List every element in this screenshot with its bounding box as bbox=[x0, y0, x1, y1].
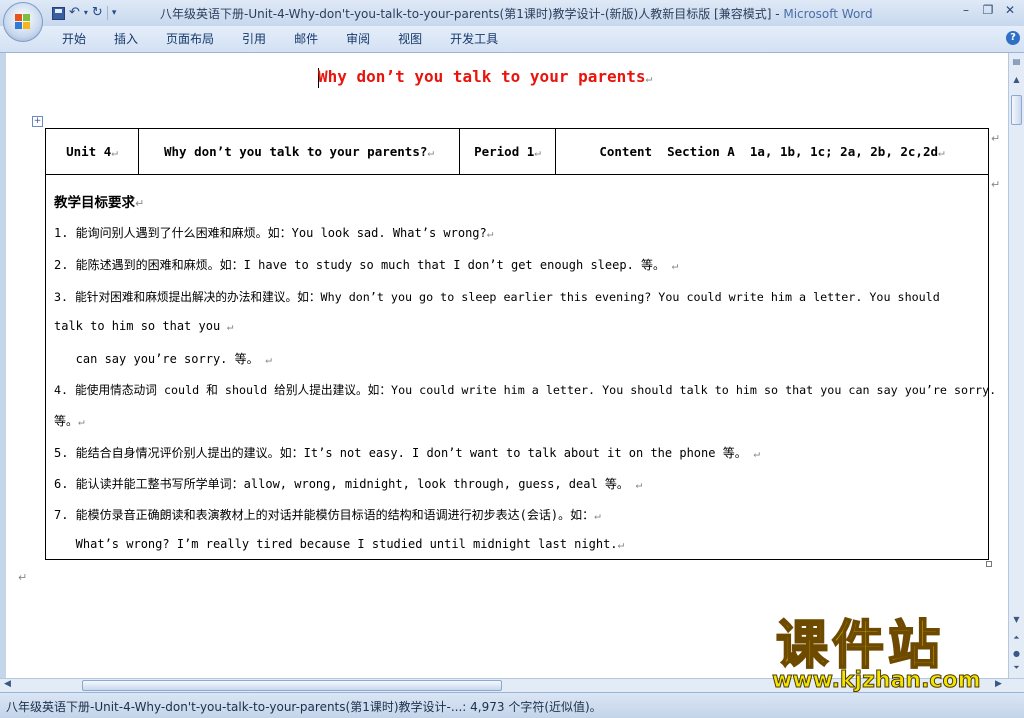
next-page-icon[interactable]: ⏷ bbox=[1010, 661, 1023, 675]
tab-home[interactable]: 开始 bbox=[48, 26, 100, 52]
office-logo-icon bbox=[15, 14, 31, 30]
goal-item-continued: can say you’re sorry. 等。 ↵ bbox=[54, 352, 272, 366]
ribbon: 开始 插入 页面布局 引用 邮件 审阅 视图 开发工具 ? bbox=[0, 26, 1024, 53]
document-name: 八年级英语下册-Unit-4-Why-don't-you-talk-to-you… bbox=[160, 7, 772, 21]
goals-heading: 教学目标要求↵ bbox=[54, 195, 145, 211]
tab-developer[interactable]: 开发工具 bbox=[436, 26, 512, 52]
row-end-mark: ↵ bbox=[991, 178, 1001, 191]
window-title: 八年级英语下册-Unit-4-Why-don't-you-talk-to-you… bbox=[160, 5, 873, 22]
app-name: Microsoft Word bbox=[783, 7, 873, 21]
table-move-icon[interactable]: + bbox=[32, 116, 43, 127]
undo-icon[interactable]: ↶ bbox=[69, 4, 80, 22]
title-separator: - bbox=[771, 7, 784, 21]
office-button[interactable] bbox=[3, 2, 43, 42]
period-label: Period 1 bbox=[474, 144, 535, 159]
cell-content[interactable]: Content Section A 1a, 1b, 1c; 2a, 2b, 2c… bbox=[555, 128, 989, 175]
vertical-scrollbar[interactable]: ▤ ▲ ▼ ⏶ ● ⏷ bbox=[1008, 53, 1024, 678]
customize-qat-icon[interactable]: ▾ bbox=[112, 4, 117, 22]
goal-item: 2. 能陈述遇到的困难和麻烦。如：I have to study so much… bbox=[54, 258, 679, 272]
goal-item: 5. 能结合自身情况评价别人提出的建议。如：It’s not easy. I d… bbox=[54, 446, 760, 460]
goal-item-continued: 等。↵ bbox=[54, 414, 85, 428]
goal-item-continued: What’s wrong? I’m really tired because I… bbox=[54, 537, 625, 551]
tab-review[interactable]: 审阅 bbox=[332, 26, 384, 52]
ruler-toggle-icon[interactable]: ▤ bbox=[1010, 55, 1023, 69]
unit-label: Unit 4 bbox=[66, 144, 112, 159]
horizontal-scroll-thumb[interactable] bbox=[82, 680, 502, 691]
status-bar: 八年级英语下册-Unit-4-Why-don't-you-talk-to-you… bbox=[0, 692, 1024, 718]
restore-icon[interactable]: ❐ bbox=[978, 2, 998, 18]
paragraph-mark-icon: ↵ bbox=[645, 72, 653, 85]
document-title[interactable]: Why don’t you talk to your parents↵ bbox=[318, 67, 652, 86]
browse-object-icon[interactable]: ● bbox=[1010, 647, 1023, 661]
document-title-text: Why don’t you talk to your parents bbox=[318, 67, 646, 86]
title-bar: ↶ ▾ ↻ ▾ 八年级英语下册-Unit-4-Why-don't-you-tal… bbox=[0, 0, 1024, 26]
goal-item: 3. 能针对困难和麻烦提出解决的办法和建议。如：Why don’t you go… bbox=[54, 290, 940, 304]
row-end-mark: ↵ bbox=[991, 132, 1001, 145]
goal-item: 1. 能询问别人遇到了什么困难和麻烦。如：You look sad. What’… bbox=[54, 226, 494, 240]
goal-item-continued: talk to him so that you ↵ bbox=[54, 319, 234, 333]
content-label: Content Section A 1a, 1b, 1c; 2a, 2b, 2c… bbox=[599, 144, 939, 159]
paragraph-mark-icon: ↵ bbox=[18, 571, 28, 584]
cell-unit[interactable]: Unit 4↵ bbox=[45, 128, 139, 175]
scroll-up-icon[interactable]: ▲ bbox=[1010, 73, 1023, 87]
help-icon[interactable]: ? bbox=[1006, 31, 1020, 45]
close-icon[interactable]: ✕ bbox=[1000, 2, 1020, 18]
save-icon[interactable] bbox=[52, 6, 65, 20]
cell-period[interactable]: Period 1↵ bbox=[459, 128, 556, 175]
tab-page-layout[interactable]: 页面布局 bbox=[152, 26, 228, 52]
vertical-scroll-thumb[interactable] bbox=[1011, 95, 1022, 125]
tab-mailings[interactable]: 邮件 bbox=[280, 26, 332, 52]
previous-page-icon[interactable]: ⏶ bbox=[1010, 631, 1023, 645]
minimize-icon[interactable]: – bbox=[956, 2, 976, 18]
toolbar-separator bbox=[106, 6, 108, 20]
watermark-name: 课件站 bbox=[775, 616, 945, 676]
tab-references[interactable]: 引用 bbox=[228, 26, 280, 52]
lesson-title: Why don’t you talk to your parents? bbox=[163, 144, 428, 159]
quick-access-toolbar: ↶ ▾ ↻ ▾ bbox=[52, 4, 116, 22]
window-controls: – ❐ ✕ bbox=[956, 2, 1020, 18]
goal-item: 7. 能模仿录音正确朗读和表演教材上的对话并能模仿目标语的结构和语调进行初步表达… bbox=[54, 508, 601, 522]
table-resize-handle[interactable] bbox=[986, 561, 992, 567]
site-watermark: 课件站 www.kjzhan.com bbox=[772, 616, 1008, 694]
scroll-down-icon[interactable]: ▼ bbox=[1010, 613, 1023, 627]
goals-cell[interactable]: 教学目标要求↵ 1. 能询问别人遇到了什么困难和麻烦。如：You look sa… bbox=[45, 174, 996, 560]
redo-icon[interactable]: ↻ bbox=[92, 4, 103, 22]
tab-view[interactable]: 视图 bbox=[384, 26, 436, 52]
ribbon-tabs: 开始 插入 页面布局 引用 邮件 审阅 视图 开发工具 bbox=[48, 26, 512, 52]
undo-dropdown-icon[interactable]: ▾ bbox=[84, 4, 88, 22]
goal-item: 6. 能认读并能工整书写所学单词：allow, wrong, midnight,… bbox=[54, 477, 643, 491]
status-text: 八年级英语下册-Unit-4-Why-don't-you-talk-to-you… bbox=[6, 700, 602, 714]
cell-lesson-title[interactable]: Why don’t you talk to your parents?↵ bbox=[138, 128, 460, 175]
scroll-left-icon[interactable]: ◀ bbox=[4, 679, 11, 689]
watermark-url: www.kjzhan.com bbox=[772, 668, 982, 694]
tab-insert[interactable]: 插入 bbox=[100, 26, 152, 52]
header-table: Unit 4↵ Why don’t you talk to your paren… bbox=[45, 128, 989, 175]
goal-item: 4. 能使用情态动词 could 和 should 给别人提出建议。如：You … bbox=[54, 383, 997, 397]
